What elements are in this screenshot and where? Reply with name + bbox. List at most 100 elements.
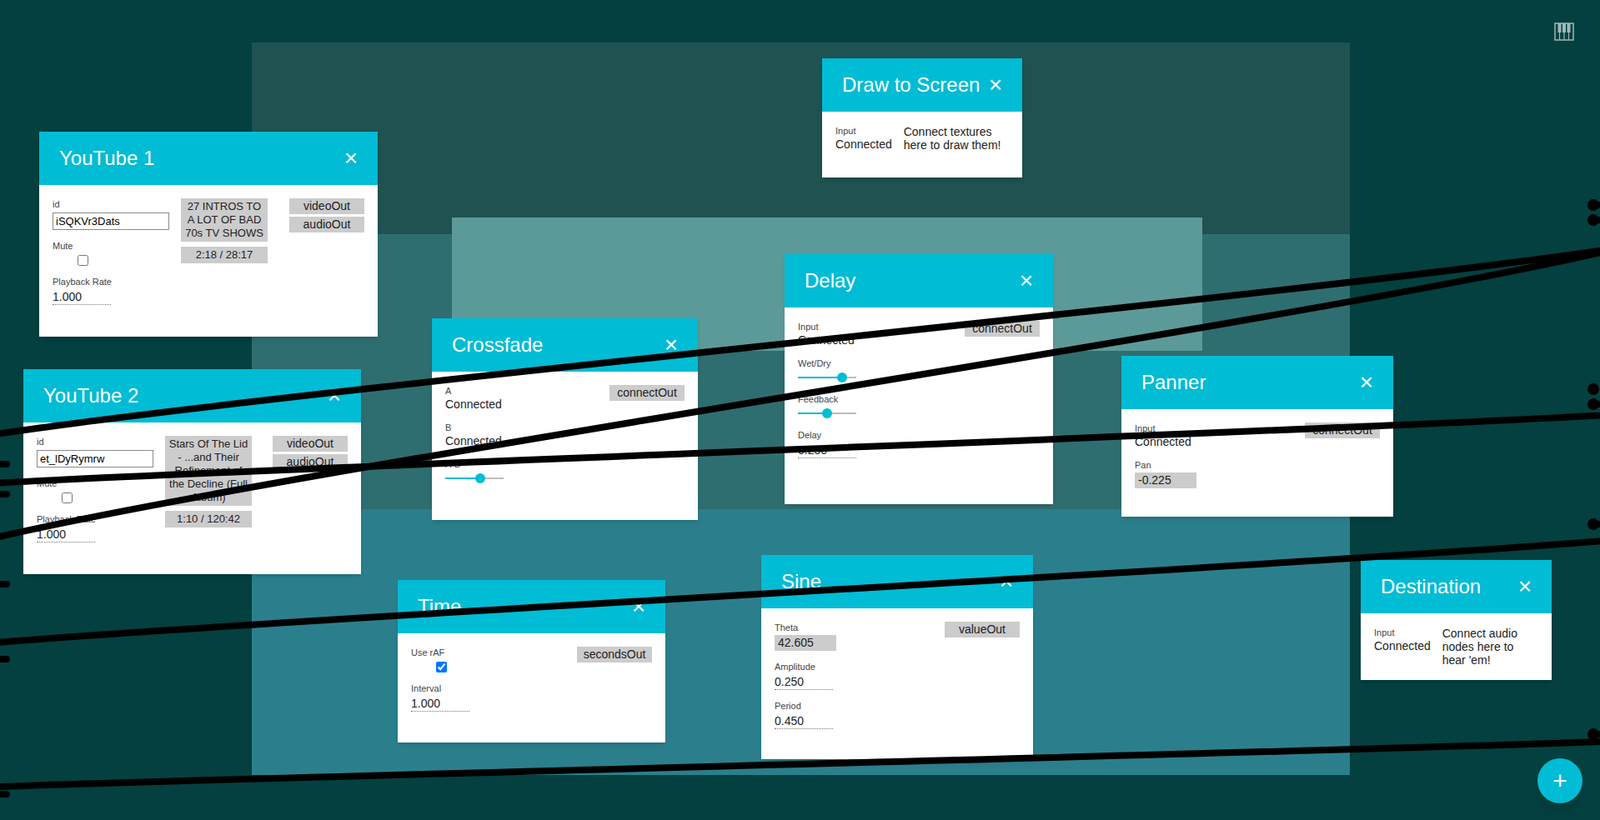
node-fields: InputConnectedWet/DryFeedbackDelay0.250 — [797, 321, 857, 459]
slider-track[interactable] — [797, 407, 857, 420]
port-dot[interactable] — [1587, 214, 1600, 226]
node-body: InputConnectedConnect textures here to d… — [822, 111, 1023, 166]
wire[interactable] — [0, 524, 1600, 660]
output-port[interactable]: secondsOut — [576, 647, 653, 663]
number-field[interactable]: 0.250 — [774, 674, 833, 691]
node-header[interactable]: Draw to Screen× — [822, 58, 1023, 112]
video-time: 2:18 / 28:17 — [180, 246, 268, 264]
node-header[interactable]: Destination × — [1360, 560, 1552, 614]
output-port[interactable]: connectOut — [609, 385, 685, 402]
port-dot[interactable] — [1587, 728, 1600, 741]
connection-status: Connected — [1134, 434, 1197, 450]
node-header[interactable]: Crossfade× — [431, 318, 698, 372]
field-label: Input — [1374, 626, 1431, 639]
field-row: Playback Rate1.000 — [52, 275, 170, 306]
field-row: Mute — [36, 477, 154, 504]
slider-thumb[interactable] — [837, 372, 848, 383]
field-label: A — [445, 385, 504, 397]
node-title: Destination — [1380, 575, 1481, 599]
number-field[interactable]: 1.000 — [52, 289, 111, 306]
field-label: Mute — [52, 240, 170, 252]
wire[interactable] — [0, 220, 1600, 465]
slider-track[interactable] — [445, 472, 504, 485]
output-port[interactable]: connectOut — [964, 321, 1040, 337]
video-title: Stars Of The Lid - ...and Their Refineme… — [165, 436, 252, 507]
hint-text: Connect textures here to draw them! — [903, 125, 1004, 152]
node-header[interactable]: Time× — [397, 580, 666, 634]
node-header[interactable]: Panner× — [1121, 356, 1394, 410]
node-header[interactable]: Sine× — [761, 555, 1034, 609]
output-port[interactable]: audioOut — [289, 216, 365, 233]
field-label: Interval — [411, 682, 470, 695]
port-dot[interactable] — [1587, 199, 1600, 211]
connection-status: Connected — [445, 433, 504, 449]
checkbox[interactable] — [436, 662, 447, 673]
checkbox[interactable] — [61, 492, 73, 504]
node-card[interactable]: Draw to Screen×InputConnectedConnect tex… — [822, 58, 1023, 178]
connection-status: Connected — [835, 136, 893, 152]
id-input[interactable] — [36, 450, 154, 468]
node-body: Use rAF Interval1.000 secondsOut — [397, 633, 666, 726]
field-row: id — [52, 198, 170, 231]
value-box[interactable]: -0.225 — [1134, 472, 1197, 489]
wire[interactable] — [0, 734, 1600, 795]
node-card[interactable]: Destination × InputConnectedConnect audio … — [1360, 560, 1552, 681]
connection-status: Connected — [445, 396, 504, 412]
node-header[interactable]: Delay× — [784, 254, 1054, 308]
keyboard-icon[interactable] — [1554, 22, 1575, 41]
wire[interactable] — [0, 205, 1600, 585]
slider-thumb[interactable] — [822, 408, 833, 419]
slider-track[interactable] — [797, 371, 857, 384]
output-port[interactable]: audioOut — [272, 454, 348, 471]
close-button[interactable]: × — [999, 570, 1014, 594]
number-field[interactable]: 1.000 — [411, 696, 470, 713]
number-field[interactable]: 0.450 — [774, 713, 833, 730]
output-port[interactable]: videoOut — [272, 436, 348, 452]
node-outputs: connectOut — [609, 385, 685, 402]
number-field[interactable]: 1.000 — [36, 526, 96, 543]
value-box[interactable]: 42.605 — [774, 635, 837, 652]
node-header[interactable]: YouTube 1× — [39, 131, 378, 186]
wire[interactable] — [0, 404, 1600, 495]
close-button[interactable]: × — [988, 73, 1003, 97]
node-header[interactable]: YouTube 2× — [23, 369, 362, 423]
checkbox[interactable] — [77, 255, 89, 266]
node-card[interactable]: Delay× InputConnectedWet/DryFeedbackDelay… — [784, 254, 1054, 505]
close-button[interactable]: × — [1518, 575, 1532, 599]
field-label: Playback Rate — [36, 513, 154, 526]
node-card[interactable]: YouTube 1×idMutePlayback Rate1.00027 INT… — [39, 131, 378, 337]
node-card[interactable]: YouTube 2×idMutePlayback Rate1.000Stars … — [23, 369, 362, 575]
node-fields: InputConnectedPan-0.225 — [1134, 422, 1197, 489]
node-body: idMutePlayback Rate1.00027 INTROS TO A L… — [39, 185, 378, 319]
port-dot[interactable] — [1587, 398, 1600, 411]
slider-fill — [797, 376, 843, 379]
node-card[interactable]: Time× Use rAF Interval1.000 secondsOut — [397, 580, 666, 743]
close-button[interactable]: × — [1019, 269, 1034, 293]
field-label: A-B — [445, 458, 504, 471]
close-button[interactable]: × — [327, 384, 342, 408]
field-label: Mute — [36, 477, 154, 490]
field-label: Use rAF — [411, 647, 470, 659]
add-button[interactable]: + — [1537, 758, 1583, 804]
output-port[interactable]: videoOut — [289, 198, 365, 215]
close-button[interactable]: × — [631, 595, 646, 619]
slider-thumb[interactable] — [475, 473, 486, 484]
close-button[interactable]: × — [1359, 371, 1374, 395]
node-body: InputConnectedConnect audio nodes here t… — [1360, 613, 1552, 681]
port-dot[interactable] — [1587, 383, 1600, 396]
field-row: Period0.450 — [774, 700, 837, 730]
field-row: Delay0.250 — [797, 429, 857, 459]
close-button[interactable]: × — [664, 333, 678, 357]
hint-text: Connect audio nodes here to hear 'em! — [1442, 626, 1539, 668]
output-port[interactable]: connectOut — [1304, 422, 1380, 439]
port-dot[interactable] — [1587, 518, 1600, 531]
output-port[interactable]: valueOut — [944, 621, 1020, 638]
node-card[interactable]: Sine×Theta42.605Amplitude0.250Period0.45… — [761, 555, 1034, 760]
node-card[interactable]: Crossfade×AConnectedBConnectedA-Bconnect… — [431, 318, 698, 521]
node-outputs: secondsOut — [576, 647, 653, 663]
id-input[interactable] — [52, 212, 170, 231]
close-button[interactable]: × — [344, 146, 358, 171]
field-row: Wet/Dry — [797, 357, 857, 384]
node-card[interactable]: Panner× InputConnectedPan-0.225 connectOut — [1121, 356, 1394, 517]
number-field[interactable]: 0.250 — [797, 442, 857, 459]
